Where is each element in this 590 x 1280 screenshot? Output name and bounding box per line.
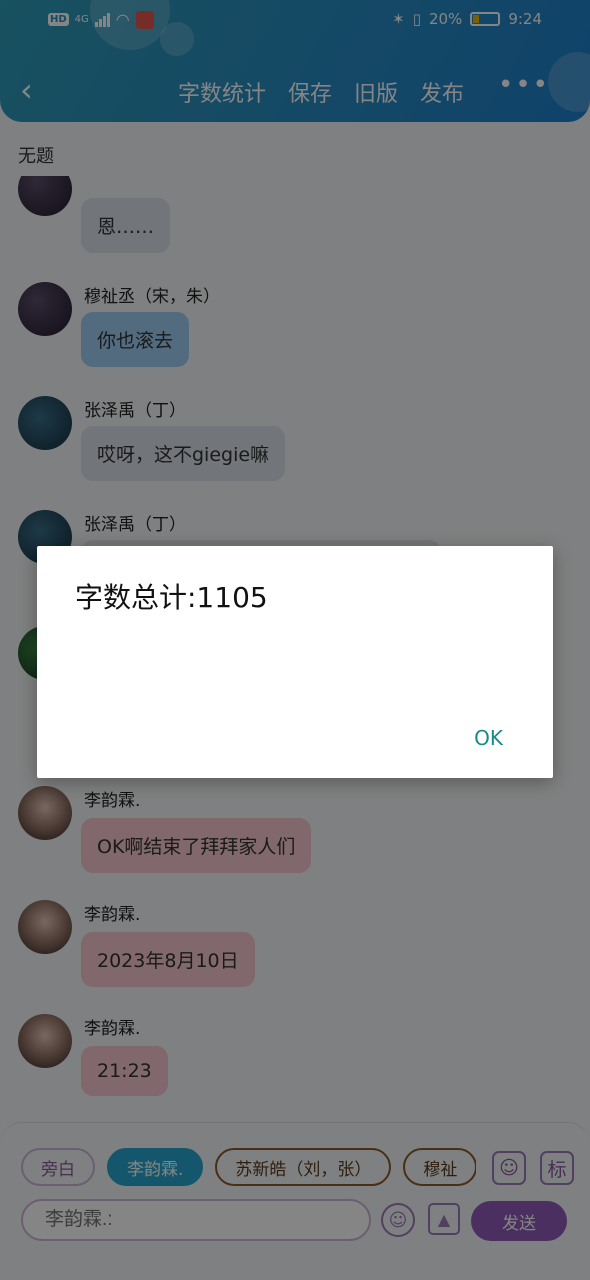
word-count-dialog: 字数总计:1105 OK: [37, 546, 553, 778]
ok-button[interactable]: OK: [474, 726, 503, 750]
dialog-message: 字数总计:1105: [75, 581, 268, 614]
